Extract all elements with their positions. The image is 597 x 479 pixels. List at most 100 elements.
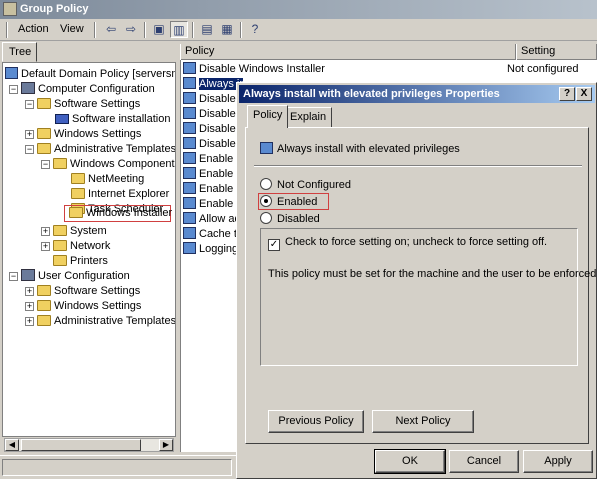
column-header-setting[interactable]: Setting (516, 44, 597, 60)
force-setting-checkbox[interactable]: ✓ Check to force setting on; uncheck to f… (268, 236, 547, 251)
show-hide-tree-icon[interactable]: ▥ (170, 21, 188, 38)
policy-setting-icon (183, 197, 196, 209)
expand-icon[interactable]: + (41, 242, 50, 251)
tree-item-netmeeting[interactable]: NetMeeting (71, 172, 144, 187)
tree-item-user-software-settings[interactable]: Software Settings (37, 284, 140, 299)
policy-setting-icon (183, 137, 196, 149)
tree-item-system[interactable]: System (53, 224, 107, 239)
next-policy-button[interactable]: Next Policy (372, 410, 474, 433)
collapse-icon[interactable]: − (9, 272, 18, 281)
back-arrow-icon[interactable]: ⇦ (102, 21, 120, 38)
radio-button[interactable] (260, 212, 272, 224)
collapse-icon[interactable]: − (9, 85, 18, 94)
list-header: Policy Setting (180, 44, 597, 60)
tree-item-user-configuration[interactable]: User Configuration (21, 269, 130, 284)
apply-button[interactable]: Apply (523, 450, 593, 473)
policy-setting-icon (183, 242, 196, 254)
previous-policy-button[interactable]: Previous Policy (268, 410, 364, 433)
policy-description: This policy must be set for the machine … (268, 268, 597, 280)
close-button[interactable]: X (576, 87, 592, 101)
tab-policy[interactable]: Policy (247, 105, 289, 128)
policy-setting-icon (183, 227, 196, 239)
setting-value: Not configured (507, 63, 579, 75)
tree-item-network[interactable]: Network (53, 239, 110, 254)
computer-icon (21, 82, 35, 94)
export-list-icon[interactable]: ▦ (218, 21, 236, 38)
expand-icon[interactable]: + (25, 302, 34, 311)
expand-icon[interactable]: + (25, 130, 34, 139)
radio-button-selected[interactable] (260, 195, 272, 207)
menu-toolbar: Action View ⇦ ⇨ ▣ ▥ ▤ ▦ ? (0, 19, 597, 41)
scroll-right-icon[interactable]: ▶ (159, 439, 173, 451)
policy-setting-icon (183, 122, 196, 134)
scroll-left-icon[interactable]: ◀ (5, 439, 19, 451)
toolbar-separator (144, 22, 146, 38)
tree-item-user-windows-settings[interactable]: Windows Settings (37, 299, 141, 314)
folder-icon (37, 128, 51, 139)
tree-item-software-installation[interactable]: Software installation (55, 112, 170, 127)
help-icon[interactable]: ? (246, 21, 264, 38)
tree-item-internet-explorer[interactable]: Internet Explorer (71, 187, 169, 202)
toolbar-separator (240, 22, 242, 38)
properties-dialog: Always install with elevated privileges … (236, 82, 597, 479)
divider (254, 165, 582, 167)
policy-icon (5, 67, 18, 79)
window-title: Group Policy (20, 3, 89, 15)
policy-setting-icon (183, 212, 196, 224)
collapse-icon[interactable]: − (25, 100, 34, 109)
tree-item-windows-installer[interactable]: Windows Installer (69, 206, 172, 221)
properties-icon[interactable]: ▤ (198, 21, 216, 38)
tree-pane[interactable]: Default Domain Policy [serversms.Sl − Co… (2, 62, 176, 437)
radio-button[interactable] (260, 178, 272, 190)
tree-item-default-domain-policy[interactable]: Default Domain Policy [serversms.Sl (5, 67, 175, 82)
menu-view[interactable]: View (60, 23, 84, 35)
tree-item-administrative-templates[interactable]: Administrative Templates (37, 142, 175, 157)
radio-disabled[interactable]: Disabled (260, 212, 320, 225)
tree-item-windows-components[interactable]: Windows Components (53, 157, 175, 172)
forward-arrow-icon[interactable]: ⇨ (122, 21, 140, 38)
radio-enabled[interactable]: Enabled (260, 195, 317, 208)
tab-explain[interactable]: Explain (284, 107, 333, 127)
column-header-policy[interactable]: Policy (180, 44, 516, 60)
radio-not-configured[interactable]: Not Configured (260, 178, 351, 191)
tree-horizontal-scrollbar[interactable]: ◀ ▶ (4, 438, 174, 452)
tree-item-user-administrative-templates[interactable]: Administrative Templates (37, 314, 175, 329)
list-item[interactable]: Disable Windows Installer Not configured (183, 62, 579, 77)
ok-button[interactable]: OK (374, 449, 446, 474)
checkbox-checked[interactable]: ✓ (268, 239, 280, 251)
toolbar-separator (192, 22, 194, 38)
expand-icon[interactable]: + (25, 317, 34, 326)
group-policy-app-icon (3, 2, 17, 16)
policy-setting-icon (183, 182, 196, 194)
policy-setting-icon (183, 167, 196, 179)
toolbar-grip (6, 22, 8, 38)
folder-icon (37, 300, 51, 311)
dialog-title-bar: Always install with elevated privileges … (239, 85, 595, 103)
tree-item-software-settings[interactable]: Software Settings (37, 97, 140, 112)
scroll-thumb[interactable] (21, 439, 141, 451)
tab-tree[interactable]: Tree (2, 42, 37, 62)
menu-action[interactable]: Action (18, 23, 49, 35)
expand-icon[interactable]: + (41, 227, 50, 236)
expand-icon[interactable]: + (25, 287, 34, 296)
folder-icon (37, 143, 51, 154)
status-cell (2, 459, 232, 476)
collapse-icon[interactable]: − (25, 145, 34, 154)
policy-setting-icon (183, 77, 196, 89)
up-folder-icon[interactable]: ▣ (150, 21, 168, 38)
policy-setting-icon (183, 107, 196, 119)
tree-item-windows-settings[interactable]: Windows Settings (37, 127, 141, 142)
dialog-title: Always install with elevated privileges … (243, 88, 500, 100)
toolbar-separator (94, 22, 96, 38)
cancel-button[interactable]: Cancel (449, 450, 519, 473)
tree-item-printers[interactable]: Printers (53, 254, 108, 269)
window-title-bar: Group Policy (0, 0, 597, 19)
folder-icon (53, 225, 67, 236)
tree-item-computer-configuration[interactable]: Computer Configuration (21, 82, 155, 97)
help-button[interactable]: ? (559, 87, 575, 101)
folder-icon (37, 98, 51, 109)
collapse-icon[interactable]: − (41, 160, 50, 169)
list-item[interactable]: Logging (183, 242, 238, 257)
list-item-selected[interactable]: Always ir (183, 77, 244, 92)
policy-name: Always install with elevated privileges (260, 142, 460, 155)
